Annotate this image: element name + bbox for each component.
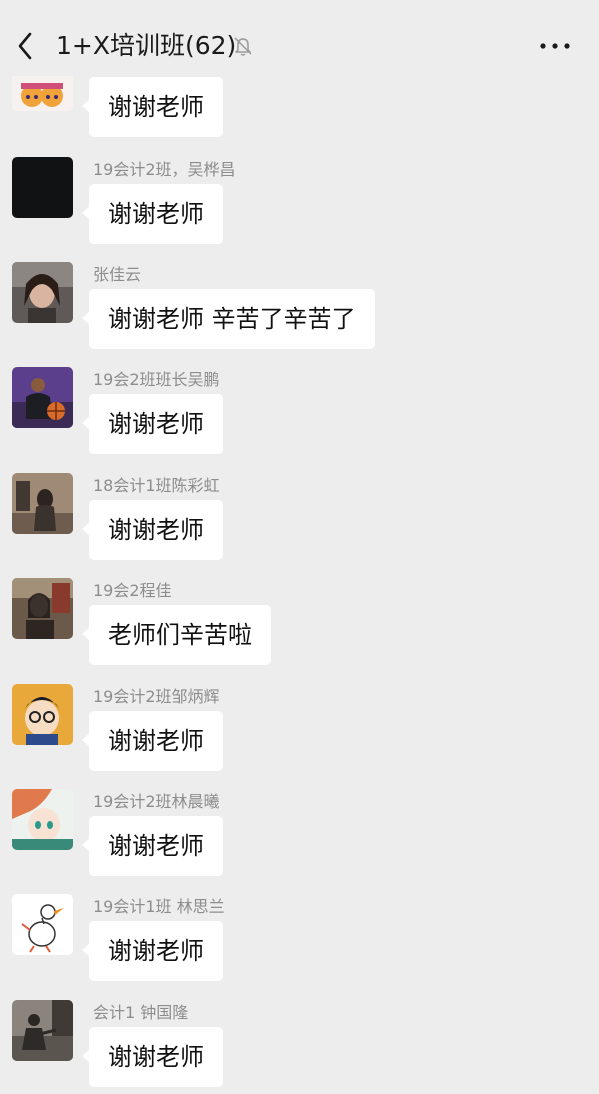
message-bubble[interactable]: 谢谢老师 <box>82 711 223 771</box>
anime-boy-avatar[interactable] <box>12 684 73 745</box>
goose-cartoon-avatar[interactable] <box>12 894 73 955</box>
sender-name: 18会计1班陈彩虹 <box>93 476 220 495</box>
sender-name: 19会计2班林晨曦 <box>93 792 220 811</box>
message-bubble[interactable]: 谢谢老师 <box>82 394 223 454</box>
chat-title: 1+X培训班(62) <box>56 31 237 60</box>
message-bubble[interactable]: 谢谢老师 <box>82 184 223 244</box>
sender-name: 19会计2班，吴桦昌 <box>93 160 236 179</box>
mute-bell-icon <box>232 35 254 57</box>
message-bubble[interactable]: 谢谢老师 <box>82 77 223 137</box>
more-options-icon[interactable] <box>538 34 572 58</box>
sepia-photo-avatar[interactable] <box>12 473 73 534</box>
message-bubble[interactable]: 谢谢老师 <box>82 1027 223 1087</box>
back-arrow-icon[interactable] <box>12 28 40 64</box>
message-bubble[interactable]: 谢谢老师 <box>82 500 223 560</box>
basketball-player-avatar[interactable] <box>12 367 73 428</box>
sender-name: 19会2程佳 <box>93 581 172 600</box>
sender-name: 会计1 钟国隆 <box>93 1003 189 1022</box>
bottom-edge <box>0 1088 599 1094</box>
sender-name: 张佳云 <box>93 265 142 284</box>
chat-header: 1+X培训班(62) <box>0 0 599 76</box>
sender-name: 19会2班班长吴鹏 <box>93 370 220 389</box>
sender-name: 19会计2班邹炳辉 <box>93 687 220 706</box>
black-square-avatar[interactable] <box>12 157 73 218</box>
message-bubble[interactable]: 谢谢老师 <box>82 921 223 981</box>
street-photo-avatar[interactable] <box>12 1000 73 1061</box>
sender-name: 19会计1班 林思兰 <box>93 897 225 916</box>
chat-message-list[interactable]: 谢谢老师 19会计2班，吴桦昌 谢谢老师 张佳云 谢谢老师 辛苦了辛苦了 19会… <box>0 0 599 1094</box>
cafe-photo-avatar[interactable] <box>12 578 73 639</box>
anime-girl-avatar[interactable] <box>12 789 73 850</box>
message-bubble[interactable]: 谢谢老师 <box>82 816 223 876</box>
message-bubble[interactable]: 老师们辛苦啦 <box>82 605 271 665</box>
portrait-photo-avatar[interactable] <box>12 262 73 323</box>
message-bubble[interactable]: 谢谢老师 辛苦了辛苦了 <box>82 289 375 349</box>
